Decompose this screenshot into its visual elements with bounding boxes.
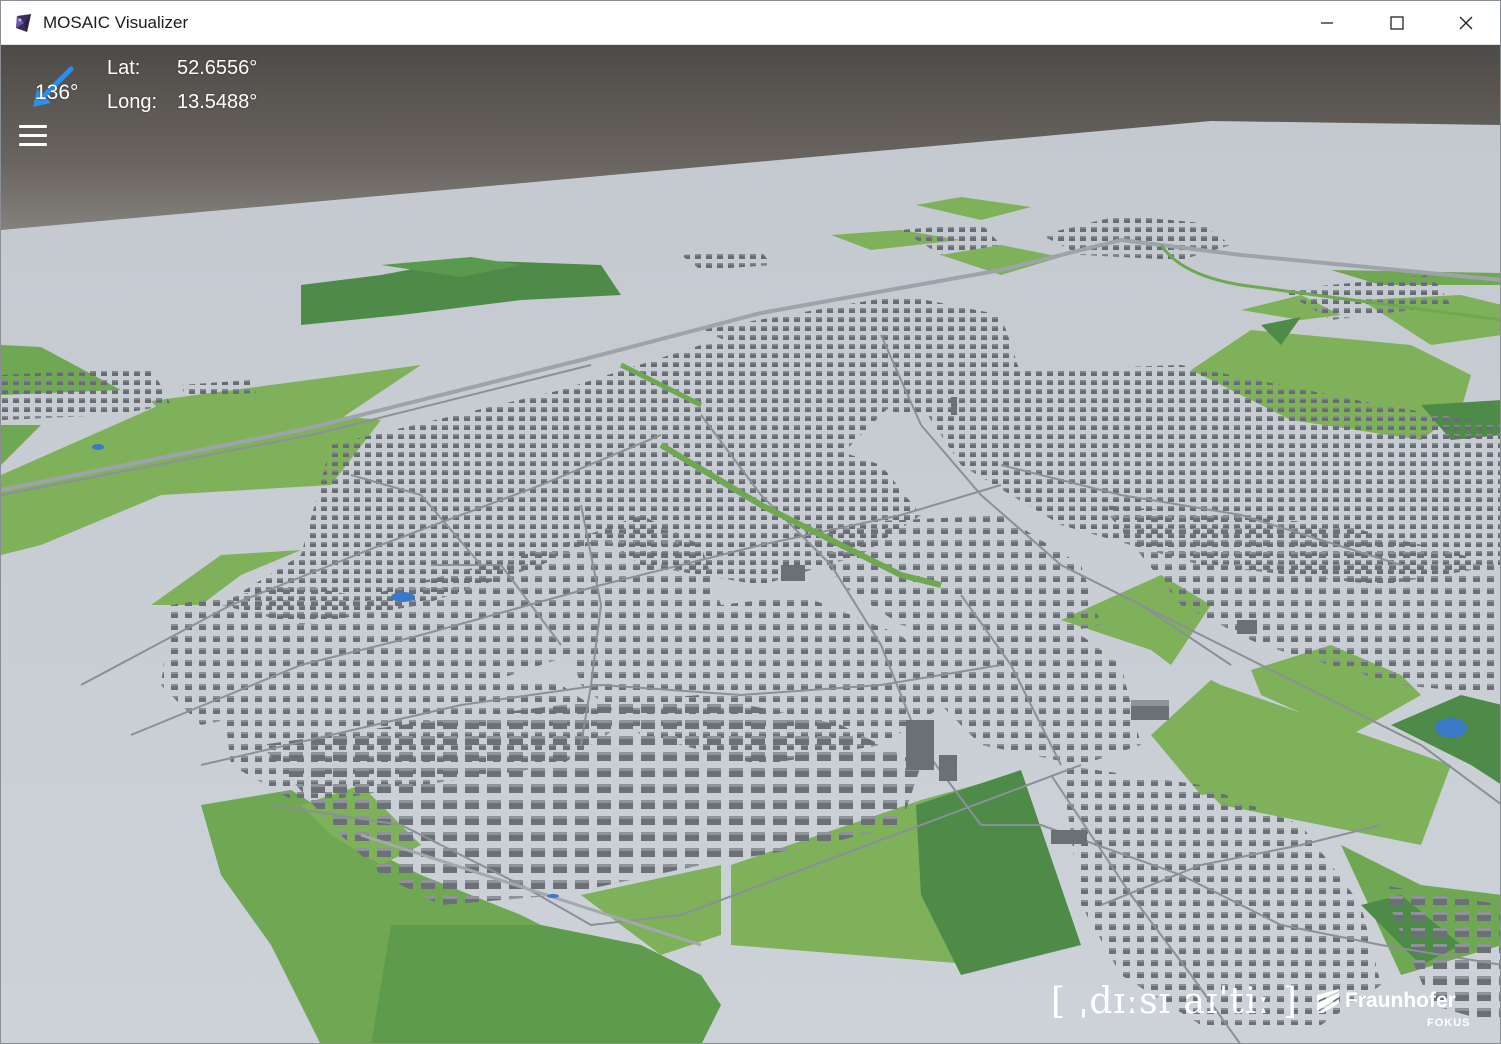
window-title: MOSAIC Visualizer: [43, 13, 189, 32]
fraunhofer-institute: FOKUS: [1427, 1017, 1471, 1029]
maximize-icon: [1390, 16, 1404, 30]
city-3d-scene[interactable]: [1, 45, 1501, 1044]
compass[interactable]: 136°: [27, 59, 87, 109]
maximize-button[interactable]: [1362, 1, 1432, 45]
latitude-label: Lat:: [107, 57, 141, 79]
hamburger-menu-icon[interactable]: [19, 125, 47, 149]
dissertation-logo: [ ˌdɪːsɪ aɪˈtiː ]: [1051, 981, 1298, 1022]
latitude-value: 52.6556°: [177, 57, 258, 79]
map-viewport[interactable]: 136° Lat: 52.6556° Long: 13.5488° [ ˌdɪː…: [1, 45, 1501, 1044]
coordinates-panel: Lat: 52.6556° Long: 13.5488°: [107, 51, 257, 119]
close-button[interactable]: [1431, 1, 1500, 45]
title-bar[interactable]: MOSAIC Visualizer: [1, 1, 1500, 45]
minimize-button[interactable]: [1292, 1, 1362, 45]
heading-value: 136°: [35, 81, 79, 104]
fraunhofer-name: Fraunhofer: [1345, 989, 1456, 1012]
close-icon: [1459, 16, 1473, 30]
mosaic-app-icon: [16, 14, 31, 32]
minimize-icon: [1321, 22, 1333, 24]
app-window: MOSAIC Visualizer 136° Lat: 52.6556° Lon…: [0, 0, 1501, 1044]
fraunhofer-mark-icon: [1317, 989, 1339, 1013]
longitude-value: 13.5488°: [177, 91, 258, 113]
longitude-label: Long:: [107, 91, 158, 113]
